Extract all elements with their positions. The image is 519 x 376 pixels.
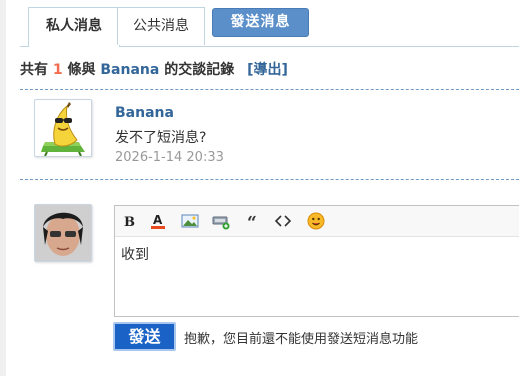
message-timestamp: 2026-1-14 20:33 [115, 150, 224, 165]
sender-avatar[interactable] [34, 99, 92, 157]
svg-text:A: A [153, 213, 163, 227]
message-sender[interactable]: Banana [115, 105, 174, 121]
contact-name[interactable]: Banana [100, 62, 159, 78]
divider-top [20, 89, 519, 90]
tab-public-messages[interactable]: 公共消息 [117, 7, 205, 45]
divider-bottom [20, 179, 519, 180]
send-button[interactable]: 發送 [113, 322, 176, 351]
svg-text:B: B [124, 215, 135, 230]
summary-suffix: 的交談記錄 [164, 62, 235, 78]
quote-icon[interactable]: “ [244, 212, 262, 233]
summary-middle: 條與 [67, 62, 96, 78]
font-color-icon[interactable]: A [149, 212, 167, 230]
permission-notice: 抱歉，您目前還不能使用發送短消息功能 [184, 332, 419, 347]
conversation-summary: 共有 1 條與 Banana 的交談記錄 [導出] [20, 59, 288, 79]
tab-send-message[interactable]: 發送消息 [212, 8, 309, 37]
attachment-icon[interactable] [212, 212, 230, 230]
banana-sunglasses-icon [41, 102, 85, 157]
editor-body-text[interactable]: 收到 [121, 244, 149, 264]
svg-text:“: “ [247, 213, 257, 230]
message-editor[interactable]: B A “ 收到 [114, 205, 519, 317]
tab-private-messages[interactable]: 私人消息 [28, 7, 120, 47]
bold-icon[interactable]: B [121, 212, 139, 230]
left-gutter [0, 0, 6, 376]
summary-prefix: 共有 [20, 62, 48, 78]
image-icon[interactable] [181, 212, 199, 230]
my-avatar[interactable] [34, 204, 92, 262]
message-count: 1 [52, 62, 63, 78]
smiley-icon[interactable] [307, 212, 325, 230]
message-tabs: 私人消息 公共消息 發送消息 [20, 0, 519, 47]
user-photo [35, 205, 91, 261]
export-link[interactable]: [導出] [247, 62, 288, 78]
message-text: 发不了短消息? [115, 130, 207, 146]
code-icon[interactable] [274, 212, 292, 230]
editor-toolbar: B A “ [115, 206, 519, 237]
